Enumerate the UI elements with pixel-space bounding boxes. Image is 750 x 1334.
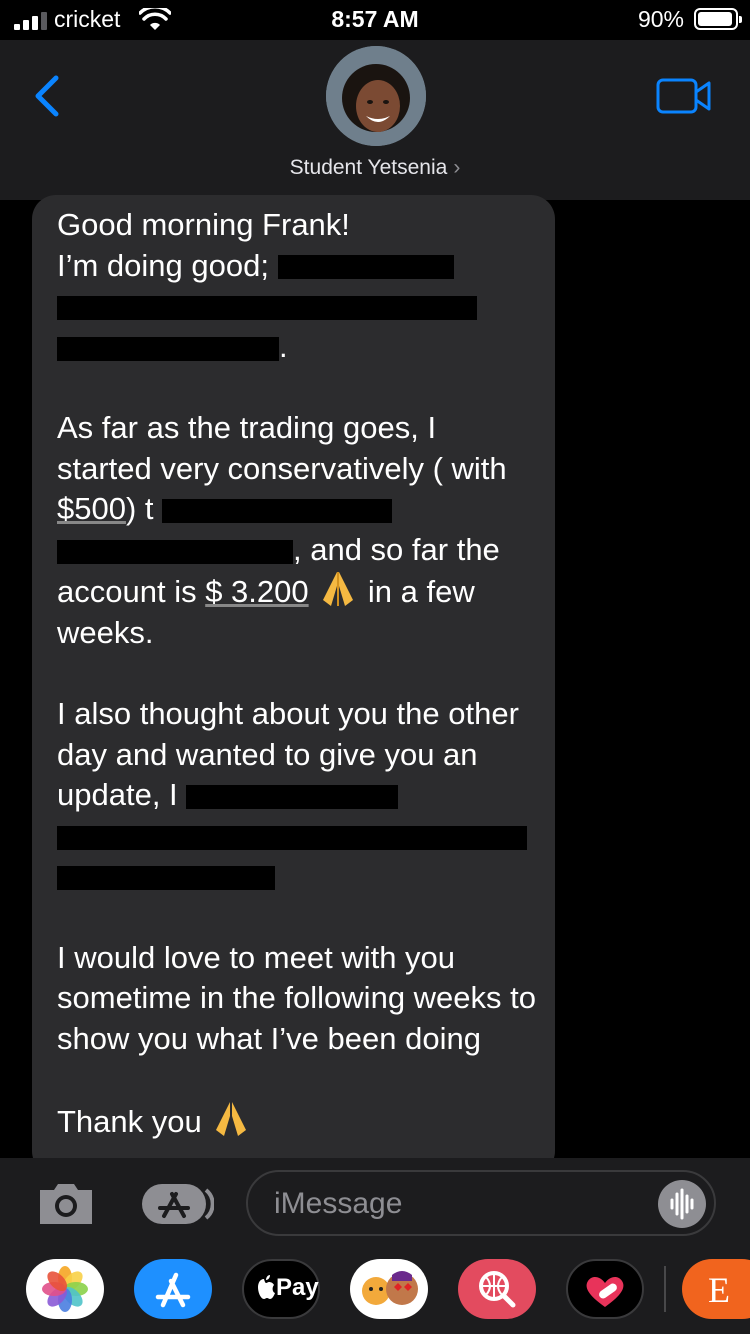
contact-name: Student Yetsenia	[289, 156, 448, 179]
app-store-icon[interactable]	[134, 1259, 212, 1319]
imessage-app-drawer: Pay E	[0, 1246, 750, 1334]
status-bar: cricket 8:57 AM 90%	[0, 0, 750, 40]
message-paragraph-4: I would love to meet with you sometime i…	[57, 939, 537, 1056]
search-globe-icon[interactable]	[458, 1259, 536, 1319]
etsy-label: E	[708, 1270, 730, 1310]
redaction-bar	[162, 498, 393, 523]
imessage-field[interactable]	[246, 1170, 716, 1236]
avatar-photo	[326, 46, 426, 146]
apple-pay-label: Pay	[276, 1274, 319, 1301]
incoming-message-bubble[interactable]: Good morning Frank! I’m doing good; . As…	[32, 195, 555, 1175]
contact-name-button[interactable]: Student Yetsenia ›	[0, 156, 750, 180]
contact-avatar[interactable]	[326, 46, 426, 146]
app-store-drawer-icon[interactable]	[140, 1182, 214, 1226]
chevron-right-icon: ›	[453, 156, 461, 179]
redaction-bar	[57, 825, 527, 850]
conversation-header: Student Yetsenia ›	[0, 40, 750, 200]
battery-percent: 90%	[637, 6, 684, 32]
photos-icon[interactable]	[26, 1259, 104, 1319]
audio-message-icon[interactable]	[658, 1180, 706, 1228]
drawer-divider	[664, 1266, 666, 1312]
heart-app-icon[interactable]	[566, 1259, 644, 1319]
memoji-icon[interactable]	[350, 1259, 428, 1319]
message-paragraph-5: Thank you	[57, 1100, 537, 1143]
message-input[interactable]	[272, 1182, 646, 1226]
etsy-icon[interactable]: E	[682, 1259, 750, 1319]
redaction-bar	[277, 255, 454, 280]
apple-pay-icon[interactable]: Pay	[242, 1259, 320, 1319]
message-paragraph-3: I also thought about you the other day a…	[57, 694, 537, 897]
amount-link[interactable]: $500	[57, 491, 126, 526]
compose-bar	[0, 1158, 750, 1246]
back-chevron-icon[interactable]	[30, 74, 62, 118]
battery-icon	[694, 8, 742, 30]
message-paragraph-1: Good morning Frank! I’m doing good; .	[57, 205, 537, 367]
amount-link[interactable]: $ 3.200	[205, 574, 308, 609]
redaction-bar	[57, 539, 293, 564]
folded-hands-emoji-icon	[323, 572, 354, 607]
facetime-video-icon[interactable]	[656, 78, 712, 114]
message-paragraph-2: As far as the trading goes, I started ve…	[57, 409, 507, 650]
redaction-bar	[186, 785, 399, 810]
redaction-bar	[57, 866, 275, 891]
message-text: Good morning Frank! I’m doing good; . As…	[57, 205, 537, 1175]
redaction-bar	[57, 336, 279, 361]
redaction-bar	[57, 296, 477, 320]
camera-icon[interactable]	[36, 1180, 96, 1226]
folded-hands-emoji-icon	[216, 1102, 247, 1137]
